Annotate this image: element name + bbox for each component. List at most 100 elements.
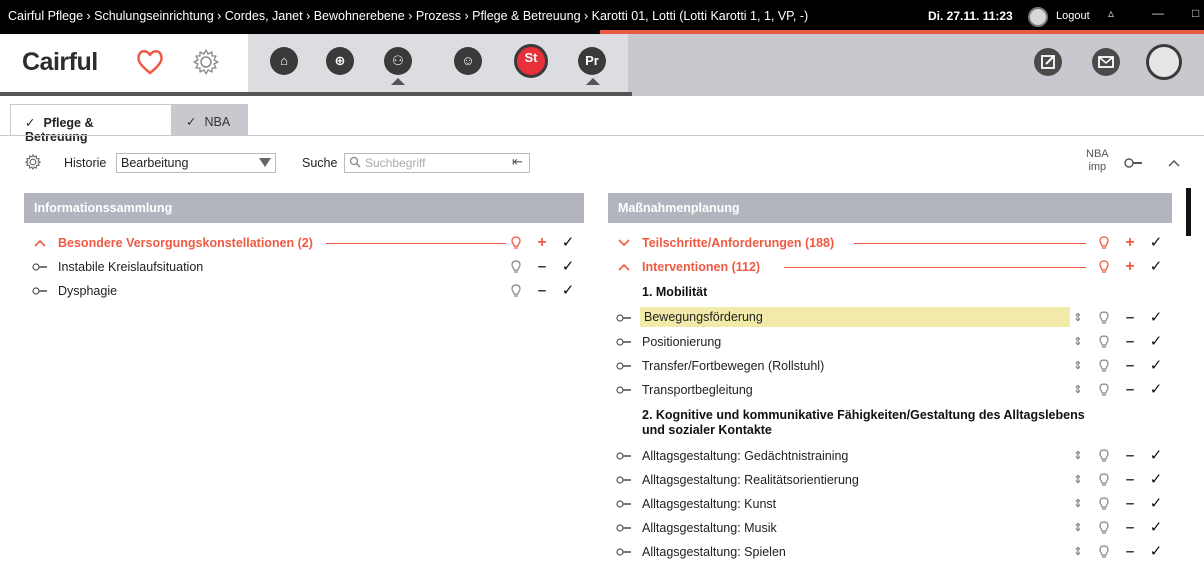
home-icon[interactable]: ⌂ [270,47,298,75]
check-icon[interactable]: ✓ [1148,258,1164,276]
section-interventionen[interactable]: Interventionen (112) + ✓ [608,255,1172,279]
check-icon[interactable]: ✓ [560,258,576,276]
check-icon[interactable]: ✓ [1148,357,1164,375]
lightbulb-icon[interactable] [1096,309,1112,327]
check-icon[interactable]: ✓ [1148,234,1164,252]
key-icon[interactable] [616,451,632,461]
remove-icon[interactable]: – [1122,309,1138,327]
edit-icon[interactable] [1034,48,1062,76]
tab-pflege-betreuung[interactable]: ✓ Pflege & Betreuung [10,104,172,144]
list-item[interactable]: Alltagsgestaltung: Realitätsorientierung… [608,468,1172,492]
check-icon[interactable]: ✓ [1148,519,1164,537]
check-icon[interactable]: ✓ [1148,309,1164,327]
list-item[interactable]: Dysphagie – ✓ [24,279,584,303]
check-icon[interactable]: ✓ [1148,495,1164,513]
lightbulb-icon[interactable] [1096,447,1112,465]
remove-icon[interactable]: – [1122,333,1138,351]
list-item[interactable]: Positionierung ⇕ – ✓ [608,330,1172,354]
sort-icon[interactable]: ⇕ [1070,381,1086,399]
scrollbar[interactable] [1186,188,1191,236]
sort-icon[interactable]: ⇕ [1070,519,1086,537]
key-icon[interactable] [616,337,632,347]
lightbulb-icon[interactable] [1096,471,1112,489]
check-icon[interactable]: ✓ [1148,471,1164,489]
people-icon[interactable]: ⚇ [384,47,412,75]
remove-icon[interactable]: – [1122,447,1138,465]
section-besondere-versorgung[interactable]: Besondere Versorgungskonstellationen (2)… [24,231,584,255]
window-minimize-button[interactable]: — [1152,6,1164,20]
lightbulb-icon[interactable] [1096,519,1112,537]
lightbulb-icon[interactable] [1096,357,1112,375]
heart-icon[interactable] [134,46,166,78]
add-icon[interactable]: + [534,234,550,252]
window-maximize-button[interactable]: □ [1192,6,1199,20]
key-icon[interactable] [32,262,48,272]
minimize-icon[interactable]: ▵ [1108,6,1114,20]
key-icon[interactable] [616,523,632,533]
remove-icon[interactable]: – [1122,519,1138,537]
user-avatar-icon[interactable] [1028,7,1048,27]
tab-nba[interactable]: ✓ NBA [172,104,248,136]
sort-icon[interactable]: ⇕ [1070,447,1086,465]
lightbulb-icon[interactable] [1096,333,1112,351]
key-icon[interactable] [616,361,632,371]
sort-icon[interactable]: ⇕ [1070,495,1086,513]
remove-icon[interactable]: – [534,258,550,276]
sort-icon[interactable]: ⇕ [1070,309,1086,327]
key-icon[interactable] [1124,157,1150,169]
lightbulb-icon[interactable] [508,234,524,252]
key-icon[interactable] [616,499,632,509]
check-icon[interactable]: ✓ [1148,543,1164,561]
add-icon[interactable]: + [1122,258,1138,276]
list-item[interactable]: Transfer/Fortbewegen (Rollstuhl) ⇕ – ✓ [608,354,1172,378]
list-item[interactable]: Transportbegleitung ⇕ – ✓ [608,378,1172,402]
list-item[interactable]: Instabile Kreislaufsituation – ✓ [24,255,584,279]
lightbulb-icon[interactable] [1096,234,1112,252]
key-icon[interactable] [616,547,632,557]
lightbulb-icon[interactable] [1096,381,1112,399]
gear-icon[interactable] [24,153,42,171]
house-group-icon[interactable]: ⊕ [326,47,354,75]
lightbulb-icon[interactable] [508,258,524,276]
jump-to-start-icon[interactable]: ⇤ [512,154,523,170]
remove-icon[interactable]: – [1122,357,1138,375]
lightbulb-icon[interactable] [508,282,524,300]
mail-icon[interactable] [1092,48,1120,76]
add-icon[interactable]: + [1122,234,1138,252]
logout-link[interactable]: Logout [1056,10,1090,22]
list-item[interactable]: Bewegungsförderung ⇕ – ✓ [608,306,1172,330]
lightbulb-icon[interactable] [1096,495,1112,513]
check-icon[interactable]: ✓ [1148,381,1164,399]
list-item[interactable]: Alltagsgestaltung: Gedächtnistraining ⇕ – ✓ [608,444,1172,468]
search-input[interactable]: Suchbegriff ⇤ [344,153,530,173]
remove-icon[interactable]: – [1122,471,1138,489]
sort-icon[interactable]: ⇕ [1070,357,1086,375]
key-icon[interactable] [616,475,632,485]
key-icon[interactable] [616,385,632,395]
remove-icon[interactable]: – [1122,495,1138,513]
remove-icon[interactable]: – [1122,543,1138,561]
historie-select[interactable]: Bearbeitung [116,153,276,173]
pr-icon[interactable]: Pr [578,47,606,75]
section-teilschritte[interactable]: Teilschritte/Anforderungen (188) + ✓ [608,231,1172,255]
collapse-icon[interactable] [1168,159,1180,167]
remove-icon[interactable]: – [1122,381,1138,399]
check-icon[interactable]: ✓ [1148,447,1164,465]
sort-icon[interactable]: ⇕ [1070,543,1086,561]
check-icon[interactable]: ✓ [560,234,576,252]
list-item[interactable]: Alltagsgestaltung: Spielen ⇕ – ✓ [608,540,1172,564]
remove-icon[interactable]: – [534,282,550,300]
lightbulb-icon[interactable] [1096,543,1112,561]
st-icon[interactable]: St [514,44,548,78]
list-item[interactable]: Alltagsgestaltung: Musik ⇕ – ✓ [608,516,1172,540]
gear-icon[interactable] [190,46,222,78]
check-icon[interactable]: ✓ [1148,333,1164,351]
key-icon[interactable] [616,313,632,323]
lightbulb-icon[interactable] [1096,258,1112,276]
user-avatar-icon[interactable] [1146,44,1182,80]
key-icon[interactable] [32,286,48,296]
sort-icon[interactable]: ⇕ [1070,471,1086,489]
check-icon[interactable]: ✓ [560,282,576,300]
sort-icon[interactable]: ⇕ [1070,333,1086,351]
list-item[interactable]: Alltagsgestaltung: Kunst ⇕ – ✓ [608,492,1172,516]
